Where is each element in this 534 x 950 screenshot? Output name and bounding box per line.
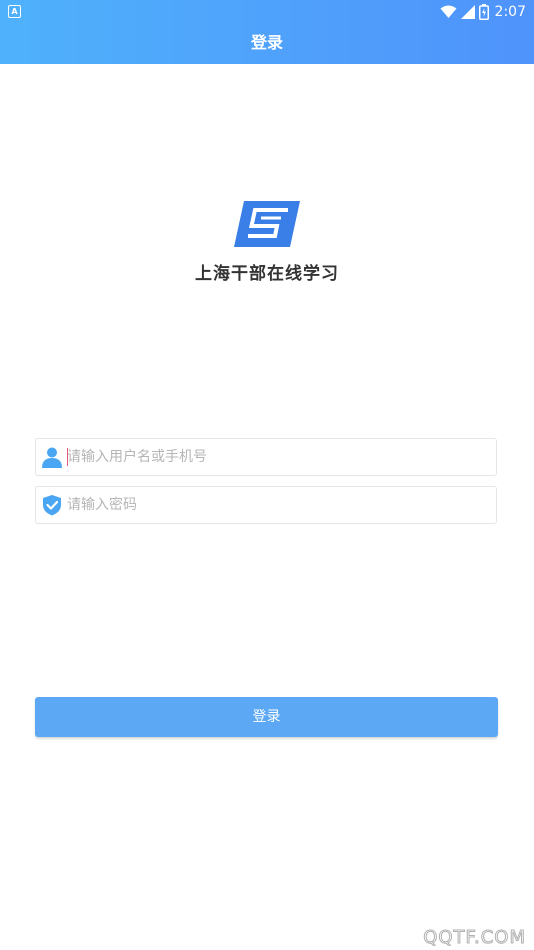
wifi-icon [440,5,457,18]
username-input[interactable] [67,439,487,475]
battery-icon [478,4,489,20]
status-time: 2:07 [494,4,526,20]
username-field[interactable] [35,438,497,476]
app-name: 上海干部在线学习 [195,264,339,284]
notification-app-icon: A [8,5,21,18]
password-input[interactable] [67,487,487,523]
page-title: 登录 [250,33,283,52]
status-bar: A 2:07 [0,0,534,24]
app-logo-icon [234,201,300,247]
app-header: A 2:07 登录 [0,0,534,64]
watermark: QQTF.COM [423,927,526,949]
text-cursor [67,448,68,466]
signal-icon [460,5,475,19]
password-field[interactable] [35,486,497,524]
login-button[interactable]: 登录 [35,697,498,737]
status-icons: 2:07 [440,3,526,21]
user-icon [42,447,62,468]
shield-check-icon [43,495,61,516]
